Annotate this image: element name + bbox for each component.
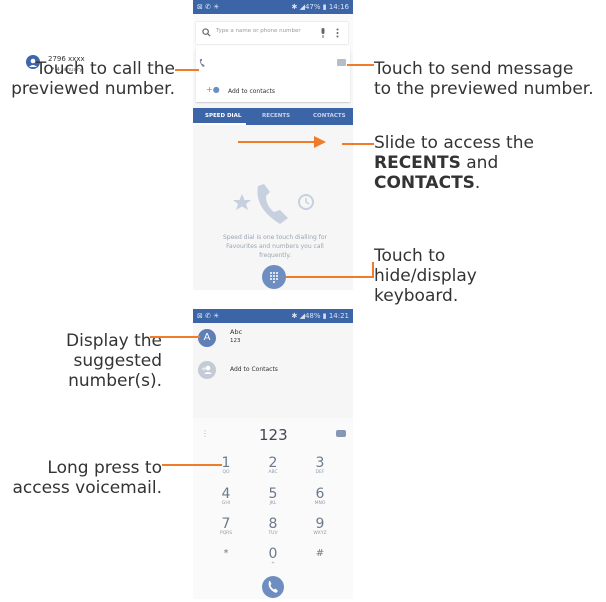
key-2[interactable]: 2 ABC — [258, 456, 288, 476]
status-icons-right: ✱ ◢47% ▮ 14:16 — [291, 3, 349, 11]
key-9[interactable]: 9 WXYZ — [305, 517, 335, 537]
key-digit: 4 — [221, 486, 231, 502]
key-letters: MNO — [314, 501, 326, 506]
key-hash[interactable]: # — [305, 547, 335, 561]
key-digit: 1 — [221, 455, 231, 471]
callout-line-slide — [342, 143, 374, 145]
callout-line-suggested — [150, 336, 200, 338]
add-to-contacts-link[interactable]: Add to contacts — [228, 88, 275, 95]
key-digit: # — [315, 548, 325, 559]
slide-arrow-line — [238, 141, 318, 143]
call-button[interactable] — [262, 576, 284, 598]
status-icons-left: ⊠ ✆ ☀ — [197, 3, 220, 11]
tab-speed-dial[interactable]: SPEED DIAL — [205, 113, 241, 119]
tab-indicator — [193, 123, 246, 125]
speed-dial-description: Speed dial is one touch dialling for Fav… — [223, 234, 327, 259]
key-letters: WXYZ — [313, 531, 327, 536]
annotation-call: Touch to call the previewed number. — [11, 59, 175, 99]
key-digit: 8 — [268, 516, 278, 532]
key-digit: 6 — [315, 486, 325, 502]
add-contact-icon[interactable]: +● — [206, 86, 220, 94]
call-icon[interactable] — [199, 58, 207, 68]
message-icon[interactable] — [337, 59, 346, 66]
status-bar: ⊠ ✆ ☀ ✱ ◢47% ▮ 14:16 — [193, 0, 353, 14]
backspace-icon[interactable] — [336, 430, 346, 437]
key-digit: 7 — [221, 516, 231, 532]
dialer-tabs: SPEED DIAL RECENTS CONTACTS — [193, 108, 353, 125]
status-bar-2: ⊠ ✆ ☀ ✱ ◢48% ▮ 14:21 — [193, 309, 353, 323]
add-to-contacts-link-2[interactable]: Add to Contacts — [230, 366, 278, 373]
callout-line-call — [175, 69, 199, 71]
key-digit: 2 — [268, 455, 278, 471]
key-letters: GHI — [221, 501, 231, 506]
phone-icon — [268, 581, 278, 593]
more-options-icon[interactable] — [336, 28, 339, 38]
tab-contacts[interactable]: CONTACTS — [313, 113, 346, 119]
annotation-contacts: CONTACTS — [374, 173, 475, 193]
annotation-recents: RECENTS — [374, 153, 461, 173]
key-digit: 9 — [315, 516, 325, 532]
search-input[interactable]: Type a name or phone number — [196, 22, 348, 44]
key-letters: QO — [222, 470, 230, 475]
key-letters: DEF — [315, 470, 325, 475]
key-4[interactable]: 4 GHI — [211, 487, 241, 507]
status-icons-left-2: ⊠ ✆ ☀ — [197, 312, 220, 320]
key-digit: 5 — [268, 486, 278, 502]
key-star[interactable]: * — [211, 547, 241, 561]
dialpad-icon — [270, 272, 278, 283]
dial-input[interactable]: 123 — [259, 426, 288, 444]
suggestion-avatar: A — [198, 329, 216, 347]
svg-text:+: + — [201, 365, 207, 373]
key-letters: ABC — [268, 470, 278, 475]
suggestion-number[interactable]: 123 — [230, 338, 241, 344]
annotation-voicemail: Long press to access voicemail. — [12, 458, 162, 498]
tab-recents[interactable]: RECENTS — [262, 113, 290, 119]
annotation-slide: Slide to access the RECENTS and CONTACTS… — [374, 133, 594, 193]
dial-display: ⋮ 123 — [193, 418, 353, 448]
arrow-right-icon — [314, 136, 326, 148]
key-5[interactable]: 5 JKL — [258, 487, 288, 507]
annotation-slide-text: Slide to access the — [374, 133, 534, 153]
key-0[interactable]: 0 + — [258, 547, 288, 567]
key-letters: + — [271, 561, 275, 566]
key-7[interactable]: 7 PQRS — [211, 517, 241, 537]
key-digit: 0 — [268, 546, 278, 562]
key-digit: 3 — [315, 455, 325, 471]
search-placeholder: Type a name or phone number — [216, 28, 301, 34]
speed-dial-illustration — [233, 184, 314, 224]
suggestion-name[interactable]: Abc — [230, 328, 242, 336]
key-letters: PQRS — [219, 531, 233, 536]
status-icons-right-2: ✱ ◢48% ▮ 14:21 — [291, 312, 349, 320]
callout-line-keyboard — [286, 276, 374, 278]
annotation-period: . — [474, 173, 481, 193]
annotation-keyboard: Touch to hide/display keyboard. — [374, 246, 477, 306]
annotation-message: Touch to send message to the previewed n… — [374, 59, 594, 99]
add-contact-icon-2[interactable]: + — [198, 361, 216, 379]
key-digit: * — [223, 548, 229, 559]
key-letters: JKL — [269, 501, 277, 506]
microphone-icon[interactable] — [320, 28, 326, 38]
key-8[interactable]: 8 TUV — [258, 517, 288, 537]
callout-line-message — [347, 64, 374, 66]
annotation-suggested: Display the suggested number(s). — [66, 331, 162, 391]
key-3[interactable]: 3 DEF — [305, 456, 335, 476]
key-1[interactable]: 1 QO — [211, 456, 241, 476]
callout-line-voicemail — [162, 464, 222, 466]
dialpad-menu-icon[interactable]: ⋮ — [201, 429, 209, 438]
key-letters: TUV — [268, 531, 278, 536]
dialpad-toggle-button[interactable] — [262, 265, 286, 289]
key-6[interactable]: 6 MNO — [305, 487, 335, 507]
search-icon — [202, 28, 211, 37]
annotation-and: and — [466, 153, 499, 173]
